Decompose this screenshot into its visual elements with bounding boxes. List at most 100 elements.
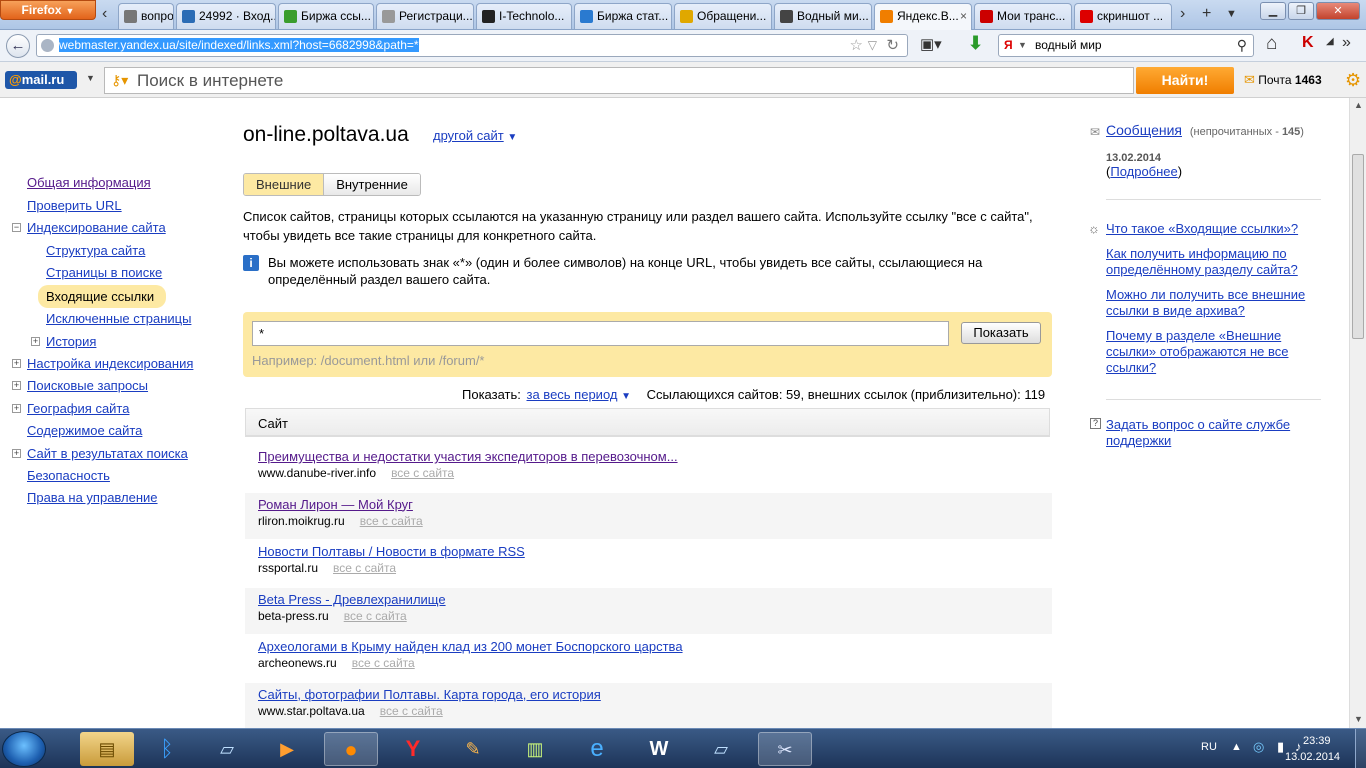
help-link-text[interactable]: Почему в разделе «Внешние ссылки» отобра… bbox=[1106, 328, 1288, 375]
scrollbar-thumb[interactable] bbox=[1352, 154, 1364, 339]
tab-internal[interactable]: Внутренние bbox=[324, 174, 420, 195]
history-dropdown-icon[interactable]: ▽ bbox=[868, 35, 877, 56]
paint-icon[interactable]: ✎ bbox=[446, 732, 500, 766]
addon-dropdown-icon[interactable]: ◢ bbox=[1326, 36, 1334, 47]
engine-dropdown-icon[interactable]: ▼ bbox=[1018, 35, 1027, 56]
sidebar-item[interactable]: Структура сайта bbox=[46, 243, 145, 259]
expand-plus-icon[interactable]: + bbox=[31, 337, 40, 346]
settings-gear-icon[interactable]: ⚙ bbox=[1345, 70, 1361, 91]
language-indicator[interactable]: RU bbox=[1201, 741, 1217, 753]
sidebar-item-label[interactable]: Безопасность bbox=[27, 468, 110, 483]
sidebar-item[interactable]: Безопасность bbox=[27, 468, 110, 484]
help-link[interactable]: Что такое «Входящие ссылки»? bbox=[1106, 221, 1321, 237]
restore-icon[interactable]: ❐ bbox=[1288, 2, 1314, 20]
help-link-text[interactable]: Что такое «Входящие ссылки»? bbox=[1106, 221, 1298, 236]
browser-tab[interactable]: Обращени... bbox=[674, 3, 772, 29]
linking-page-title[interactable]: Новости Полтавы / Новости в формате RSS bbox=[258, 544, 525, 559]
linking-page-title[interactable]: Роман Лирон — Мой Круг bbox=[258, 497, 413, 512]
ie-icon[interactable]: e bbox=[570, 732, 624, 766]
sidebar-item-label[interactable]: История bbox=[46, 334, 96, 349]
firefox-taskbar-icon[interactable]: ● bbox=[324, 732, 378, 766]
scroll-down-icon[interactable]: ▼ bbox=[1354, 714, 1363, 724]
period-dropdown[interactable]: за весь период bbox=[527, 387, 618, 402]
sidebar-item-label[interactable]: Сайт в результатах поиска bbox=[27, 446, 188, 461]
collapse-minus-icon[interactable]: − bbox=[12, 223, 21, 232]
browser-tab[interactable]: вопрос... bbox=[118, 3, 174, 29]
bookmark-star-icon[interactable]: ☆ bbox=[850, 35, 863, 56]
help-link-text[interactable]: Как получить информацию по определённому… bbox=[1106, 246, 1298, 277]
ask-support-link[interactable]: Задать вопрос о сайте службе поддержки bbox=[1106, 417, 1321, 449]
clock-date[interactable]: 13.02.2014 bbox=[1285, 751, 1340, 763]
sidebar-item[interactable]: Входящие ссылки bbox=[46, 289, 154, 305]
mail-counter[interactable]: ✉ Почта 1463 bbox=[1244, 72, 1322, 88]
expand-plus-icon[interactable]: + bbox=[12, 381, 21, 390]
linking-page-title[interactable]: Преимущества и недостатки участия экспед… bbox=[258, 449, 678, 464]
vertical-scrollbar[interactable]: ▲ ▼ bbox=[1349, 98, 1366, 728]
linking-page-title[interactable]: Сайты, фотографии Полтавы. Карта города,… bbox=[258, 687, 601, 702]
start-button[interactable] bbox=[2, 731, 46, 767]
all-from-site-link[interactable]: все с сайта bbox=[391, 466, 454, 480]
back-arrow-icon[interactable]: ← bbox=[6, 34, 30, 58]
details-link[interactable]: Подробнее bbox=[1110, 164, 1177, 179]
tab-external[interactable]: Внешние bbox=[244, 174, 325, 195]
signal-icon[interactable]: ▮ bbox=[1277, 739, 1284, 755]
help-link-text[interactable]: Можно ли получить все внешние ссылки в в… bbox=[1106, 287, 1305, 318]
url-filter-input[interactable]: * bbox=[252, 321, 949, 346]
yandex-browser-icon[interactable]: Y bbox=[386, 732, 440, 766]
browser-tab[interactable]: Мои транс... bbox=[974, 3, 1072, 29]
sidebar-item[interactable]: Страницы в поиске bbox=[46, 265, 162, 281]
sidebar-item[interactable]: Индексирование сайта bbox=[27, 220, 166, 236]
firefox-menu-button[interactable]: Firefox ▼ bbox=[0, 0, 96, 20]
linking-page-title[interactable]: Beta Press - Древлехранилище bbox=[258, 592, 446, 607]
tab-list-icon[interactable]: ▼ bbox=[1226, 4, 1237, 24]
magnifier-icon[interactable]: ⚲ bbox=[1237, 35, 1247, 56]
all-from-site-link[interactable]: все с сайта bbox=[352, 656, 415, 670]
sidebar-item-label[interactable]: Исключенные страницы bbox=[46, 311, 191, 326]
browser-tab[interactable]: Регистраци... bbox=[376, 3, 474, 29]
sidebar-item-label[interactable]: Входящие ссылки bbox=[46, 289, 154, 304]
url-text[interactable]: webmaster.yandex.ua/site/indexed/links.x… bbox=[59, 38, 419, 52]
minimize-icon[interactable]: ▁ bbox=[1260, 2, 1286, 20]
new-tab-icon[interactable]: + bbox=[1202, 4, 1211, 24]
browser-tab[interactable]: 24992 · Вход... bbox=[176, 3, 276, 29]
sidebar-item[interactable]: Общая информация bbox=[27, 175, 151, 191]
show-desktop-button[interactable] bbox=[1355, 729, 1366, 768]
notepad-icon[interactable]: ▱ bbox=[200, 732, 254, 766]
network-icon[interactable]: ◎ bbox=[1253, 739, 1264, 755]
find-button[interactable]: Найти! bbox=[1136, 67, 1234, 94]
sidebar-item[interactable]: История bbox=[46, 334, 96, 350]
browser-tab[interactable]: Биржа стат... bbox=[574, 3, 672, 29]
browser-tab[interactable]: Водный ми... bbox=[774, 3, 872, 29]
bluetooth-icon[interactable]: ᛒ bbox=[140, 732, 194, 766]
all-from-site-link[interactable]: все с сайта bbox=[360, 514, 423, 528]
download-arrow-icon[interactable]: ⬇ bbox=[968, 33, 983, 54]
mailru-menu-icon[interactable]: ▼ bbox=[86, 73, 95, 83]
close-window-icon[interactable]: ✕ bbox=[1316, 2, 1360, 20]
kaspersky-icon[interactable]: K bbox=[1302, 34, 1314, 52]
messages-link[interactable]: Сообщения bbox=[1106, 122, 1182, 138]
browser-tab[interactable]: Биржа ссы... bbox=[278, 3, 374, 29]
mailru-search-input[interactable]: ⚷▾ Поиск в интернете bbox=[104, 67, 1134, 94]
spreadsheet-icon[interactable]: ▥ bbox=[508, 732, 562, 766]
other-site-dropdown[interactable]: другой сайт ▼ bbox=[433, 128, 517, 143]
search-input[interactable]: водный мир bbox=[1035, 38, 1102, 52]
help-link[interactable]: Почему в разделе «Внешние ссылки» отобра… bbox=[1106, 328, 1321, 376]
expand-plus-icon[interactable]: + bbox=[12, 449, 21, 458]
sidebar-item[interactable]: Настройка индексирования bbox=[27, 356, 193, 372]
browser-tab[interactable]: Яндекс.В... × bbox=[874, 3, 972, 30]
sidebar-item-label[interactable]: География сайта bbox=[27, 401, 129, 416]
all-from-site-link[interactable]: все с сайта bbox=[333, 561, 396, 575]
all-from-site-link[interactable]: все с сайта bbox=[380, 704, 443, 718]
word-icon[interactable]: W bbox=[632, 732, 686, 766]
mailru-logo[interactable]: @mail.ru bbox=[5, 71, 77, 89]
expand-plus-icon[interactable]: + bbox=[12, 359, 21, 368]
sidebar-item[interactable]: Исключенные страницы bbox=[46, 311, 191, 327]
sidebar-item-label[interactable]: Права на управление bbox=[27, 490, 158, 505]
sidebar-item-label[interactable]: Содержимое сайта bbox=[27, 423, 142, 438]
notepad2-icon[interactable]: ▱ bbox=[694, 732, 748, 766]
scroll-up-icon[interactable]: ▲ bbox=[1354, 100, 1363, 110]
other-site-link[interactable]: другой сайт bbox=[433, 128, 504, 143]
overflow-chevron-icon[interactable]: » bbox=[1342, 34, 1351, 52]
close-tab-icon[interactable]: × bbox=[960, 4, 967, 28]
show-button[interactable]: Показать bbox=[961, 322, 1041, 344]
